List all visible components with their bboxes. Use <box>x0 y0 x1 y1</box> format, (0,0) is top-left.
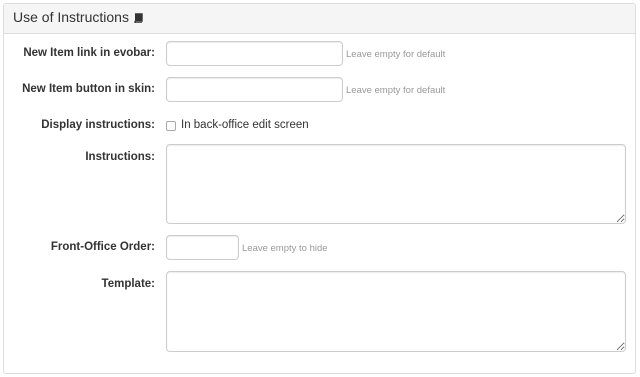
new-item-button-label: New Item button in skin: <box>22 83 155 95</box>
display-instructions-checkbox[interactable] <box>166 121 176 131</box>
template-label: Template: <box>101 278 155 290</box>
new-item-button-input[interactable] <box>166 77 343 102</box>
instructions-label: Instructions: <box>85 151 155 163</box>
front-office-order-label: Front-Office Order: <box>50 241 155 253</box>
display-instructions-label: Display instructions: <box>41 119 155 131</box>
template-textarea[interactable] <box>166 271 626 352</box>
new-item-link-label: New Item link in evobar: <box>23 47 155 59</box>
new-item-link-input[interactable] <box>166 41 343 66</box>
instructions-textarea[interactable] <box>166 144 626 224</box>
book-icon <box>133 10 143 26</box>
panel-heading: Use of Instructions <box>4 4 635 34</box>
display-instructions-checkbox-label[interactable]: In back-office edit screen <box>181 119 309 131</box>
front-office-order-hint: Leave empty to hide <box>242 243 328 254</box>
new-item-link-hint: Leave empty for default <box>346 49 446 60</box>
front-office-order-input[interactable] <box>166 235 239 260</box>
panel-title: Use of Instructions <box>13 9 129 25</box>
new-item-button-hint: Leave empty for default <box>346 85 446 96</box>
